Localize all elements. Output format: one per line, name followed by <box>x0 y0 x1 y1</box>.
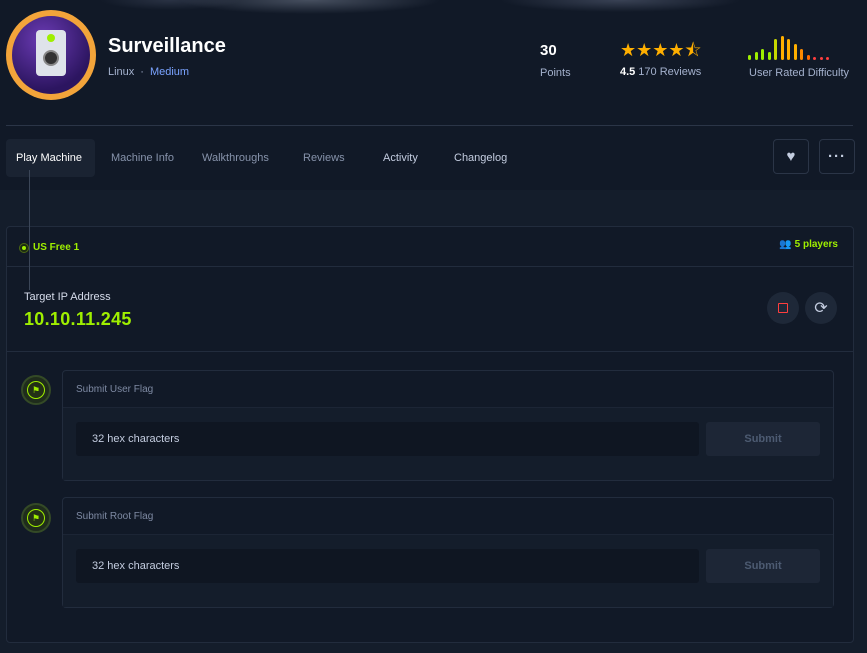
user-flag-node: ⚑ <box>21 375 51 405</box>
machine-header: Surveillance Linux · Medium 30 Points ★★★★… <box>0 0 867 125</box>
user-flag-box: Submit User Flag Submit <box>62 370 834 481</box>
rating-summary: 4.5 170 Reviews <box>620 66 701 78</box>
camera-icon <box>12 16 90 94</box>
more-options-button[interactable]: ··· <box>819 139 855 174</box>
root-flag-submit-button[interactable]: Submit <box>706 549 820 583</box>
difficulty-bar <box>819 57 823 60</box>
difficulty-bar <box>774 39 777 60</box>
target-ip-value[interactable]: 10.10.11.245 <box>24 309 132 330</box>
difficulty-label: User Rated Difficulty <box>749 67 850 79</box>
players-label: 5 players <box>794 239 838 250</box>
stop-machine-button[interactable] <box>767 292 799 324</box>
difficulty-bar <box>754 52 758 60</box>
machine-meta: Linux · Medium <box>108 66 189 78</box>
tab-play-machine[interactable]: Play Machine <box>6 139 95 177</box>
flag-icon: ⚑ <box>27 381 45 399</box>
server-name: US Free 1 <box>33 242 80 253</box>
difficulty-bar <box>748 55 751 60</box>
machine-avatar <box>6 10 96 100</box>
user-flag-title: Submit User Flag <box>76 384 154 395</box>
points-stat: 30 Points <box>540 42 571 79</box>
rating-stars-icon: ★★★★⯪ <box>620 40 702 60</box>
machine-name: Surveillance <box>108 35 226 57</box>
tab-walkthroughs[interactable]: Walkthroughs <box>202 139 269 177</box>
difficulty-bar <box>813 57 816 60</box>
difficulty-bar <box>826 57 829 60</box>
root-flag-box: Submit Root Flag Submit <box>62 497 834 608</box>
difficulty-chart <box>748 34 838 60</box>
reviews-count: 170 Reviews <box>638 66 702 78</box>
flag-icon: ⚑ <box>27 509 45 527</box>
tab-reviews[interactable]: Reviews <box>303 139 345 177</box>
users-icon: 👥 <box>779 239 792 250</box>
refresh-icon: ⟳ <box>814 300 828 317</box>
user-flag-submit-button[interactable]: Submit <box>706 422 820 456</box>
difficulty-bar <box>793 44 797 60</box>
root-flag-node: ⚑ <box>21 503 51 533</box>
points-label: Points <box>540 67 571 79</box>
machine-os: Linux <box>108 66 135 78</box>
header-divider <box>6 125 853 126</box>
favorite-button[interactable]: ♥ <box>773 139 809 174</box>
root-flag-input[interactable] <box>76 549 699 583</box>
user-flag-input[interactable] <box>76 422 699 456</box>
tab-changelog[interactable]: Changelog <box>454 139 507 177</box>
more-icon: ··· <box>828 148 846 165</box>
tab-machine-info[interactable]: Machine Info <box>111 139 174 177</box>
players-count: 👥 5 players <box>779 239 838 250</box>
difficulty-bar <box>787 39 790 60</box>
root-flag-title: Submit Root Flag <box>76 511 154 522</box>
flag-timeline <box>29 170 30 290</box>
reset-machine-button[interactable]: ⟳ <box>805 292 837 324</box>
difficulty-bar <box>800 49 803 60</box>
machine-difficulty: Medium <box>149 66 190 78</box>
difficulty-bar <box>780 36 784 60</box>
target-ip-section: Target IP Address 10.10.11.245 ⟳ <box>7 267 853 352</box>
heart-icon: ♥ <box>786 148 796 165</box>
meta-separator: · <box>140 66 144 78</box>
difficulty-bar <box>767 52 771 60</box>
stop-icon <box>778 303 788 313</box>
status-dot-icon <box>19 242 29 253</box>
points-value: 30 <box>540 42 557 59</box>
tab-activity[interactable]: Activity <box>383 139 418 177</box>
rating-value: 4.5 <box>620 66 636 78</box>
difficulty-bar <box>806 55 810 60</box>
difficulty-bar <box>761 49 764 60</box>
target-ip-label: Target IP Address <box>24 291 111 303</box>
server-bar: US Free 1 👥 5 players <box>7 227 853 267</box>
